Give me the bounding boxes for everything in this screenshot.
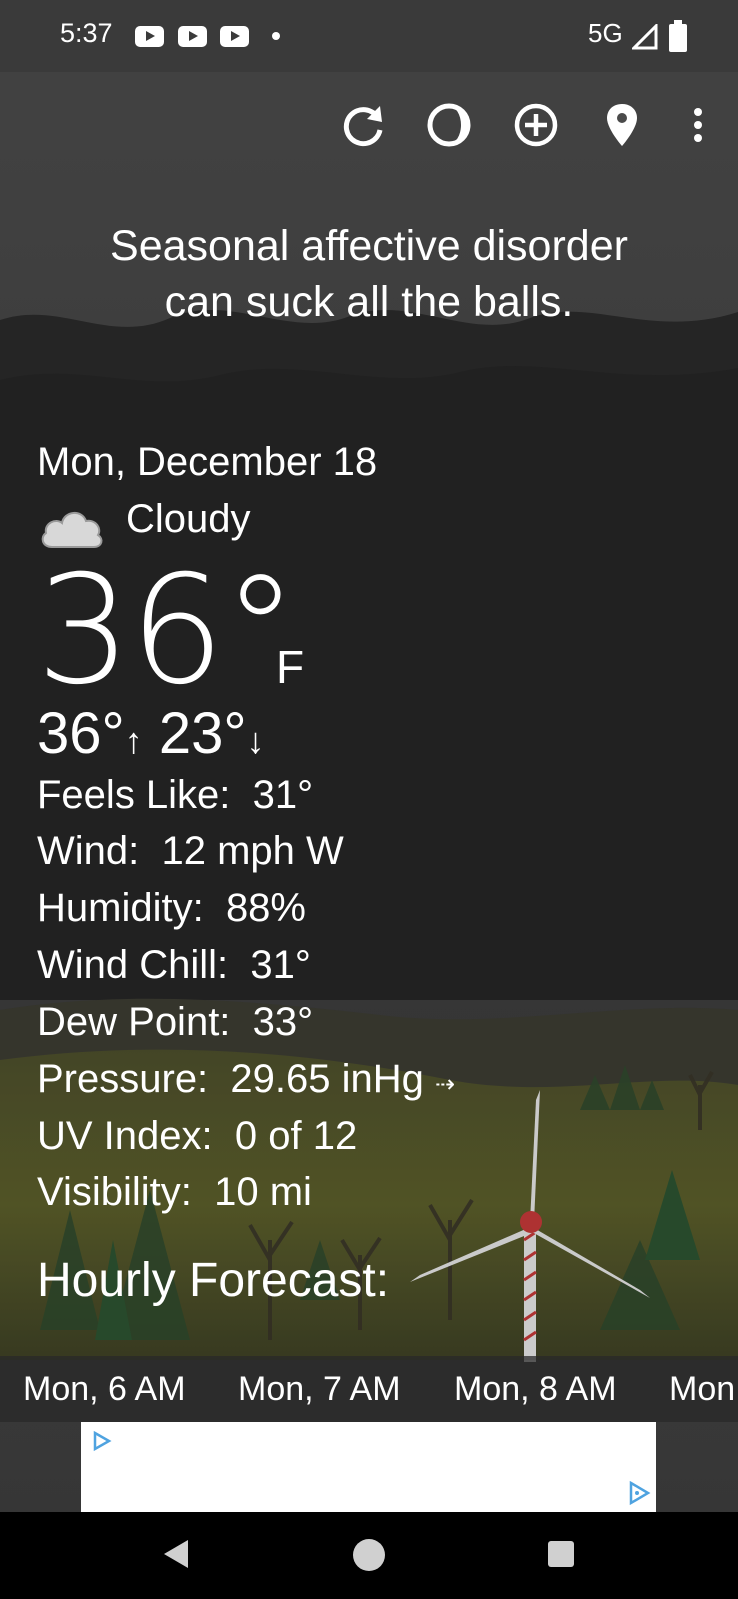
- detail-dew-point: Dew Point: 33°: [37, 1000, 313, 1045]
- adchoices-icon[interactable]: [626, 1480, 652, 1506]
- refresh-icon[interactable]: [338, 100, 388, 150]
- detail-visibility: Visibility: 10 mi: [37, 1170, 312, 1215]
- detail-wind: Wind: 12 mph W: [37, 829, 344, 874]
- detail-value: 12 mph W: [161, 829, 344, 873]
- location-pin-icon[interactable]: [597, 100, 647, 150]
- detail-feels-like: Feels Like: 31°: [37, 773, 313, 818]
- status-time: 5:37: [60, 18, 113, 48]
- hourly-item[interactable]: Mon, 6 AM: [23, 1370, 186, 1409]
- detail-value: 31°: [250, 943, 311, 987]
- theme-icon[interactable]: [424, 100, 474, 150]
- current-temperature: 36°: [36, 544, 298, 718]
- hourly-item[interactable]: Mon, 7 AM: [238, 1370, 401, 1409]
- adchoices-icon[interactable]: [91, 1430, 113, 1452]
- hourly-forecast-title: Hourly Forecast:: [37, 1254, 390, 1307]
- ad-banner[interactable]: [81, 1422, 656, 1512]
- weather-tagline: Seasonal affective disorder can suck all…: [40, 218, 698, 330]
- more-options-icon[interactable]: [680, 100, 716, 150]
- youtube-notification-icon: [178, 26, 207, 47]
- condition-text: Cloudy: [126, 497, 251, 541]
- detail-label: Feels Like:: [37, 773, 231, 817]
- detail-label: Humidity:: [37, 886, 204, 930]
- arrow-down-icon: ↓: [246, 720, 265, 761]
- detail-label: Visibility:: [37, 1170, 192, 1214]
- home-icon[interactable]: [352, 1538, 386, 1572]
- detail-uv-index: UV Index: 0 of 12: [37, 1114, 357, 1159]
- current-date: Mon, December 18: [37, 440, 378, 484]
- back-icon[interactable]: [160, 1538, 192, 1570]
- arrow-up-icon: ↑: [124, 720, 143, 761]
- detail-value: 33°: [252, 1000, 314, 1044]
- high-temp: 36°: [37, 701, 125, 766]
- battery-icon: [669, 20, 687, 52]
- detail-label: UV Index:: [37, 1114, 213, 1158]
- detail-value: 0 of 12: [234, 1114, 358, 1158]
- detail-label: Pressure:: [37, 1057, 209, 1101]
- add-location-icon[interactable]: [511, 100, 561, 150]
- cloud-icon: [41, 512, 103, 548]
- detail-wind-chill: Wind Chill: 31°: [37, 943, 311, 988]
- network-type: 5G: [588, 18, 623, 48]
- detail-value: 31°: [252, 773, 314, 817]
- detail-humidity: Humidity: 88%: [37, 886, 306, 931]
- low-temp: 23°: [158, 701, 247, 766]
- recents-icon[interactable]: [547, 1540, 575, 1568]
- hourly-item[interactable]: Mon, 8 AM: [454, 1370, 617, 1409]
- youtube-notification-icon: [135, 26, 164, 47]
- detail-pressure: Pressure: 29.65 inHg ⇢: [37, 1057, 455, 1102]
- notification-dot: [272, 32, 280, 40]
- detail-value: 29.65 inHg: [230, 1057, 424, 1101]
- detail-label: Dew Point:: [37, 1000, 231, 1044]
- tagline-line: can suck all the balls.: [164, 278, 574, 326]
- detail-label: Wind Chill:: [37, 943, 229, 987]
- detail-label: Wind:: [37, 829, 140, 873]
- detail-value: 88%: [225, 886, 306, 930]
- youtube-notification-icon: [220, 26, 249, 47]
- detail-value: 10 mi: [214, 1170, 312, 1214]
- tagline-line: Seasonal affective disorder: [110, 222, 628, 270]
- signal-icon: [632, 24, 658, 50]
- status-bar: 5:37 5G: [0, 0, 738, 72]
- temperature-unit: F: [276, 641, 305, 693]
- hourly-item[interactable]: Mon: [669, 1370, 735, 1409]
- pressure-steady-arrow-icon: ⇢: [435, 1071, 456, 1098]
- system-navigation-bar: [0, 1512, 738, 1599]
- high-low-temps: 36°↑ 23°↓: [37, 700, 265, 767]
- hourly-forecast-strip[interactable]: Mon, 6 AM Mon, 7 AM Mon, 8 AM Mon: [0, 1356, 738, 1422]
